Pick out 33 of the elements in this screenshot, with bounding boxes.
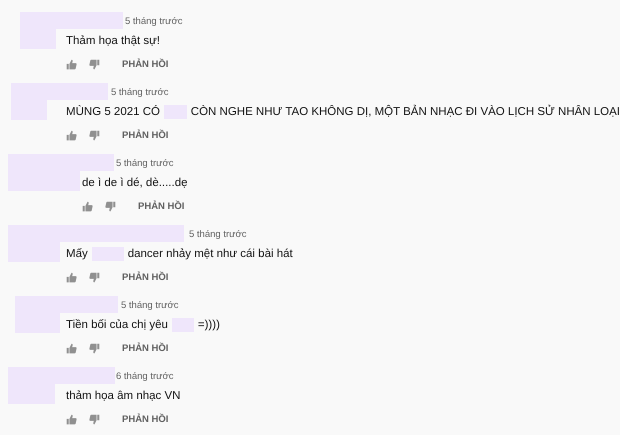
reply-button[interactable]: PHẢN HỒI (122, 414, 168, 424)
comment-time: 5 tháng trước (111, 87, 168, 98)
comment-text: CÒN NGHE NHƯ TAO KHÔNG DỊ, MỘT BẢN NHẠC ĐI VÀO LỊCH SỬ NHÂN LOẠI (190, 106, 620, 118)
reply-button[interactable]: PHẢN HỒI (122, 342, 168, 354)
comment-time: 5 tháng trước (189, 229, 246, 240)
thumbs-up-icon[interactable] (66, 58, 77, 70)
thumbs-down-icon[interactable] (105, 200, 116, 212)
thumbs-up-icon[interactable] (66, 130, 77, 140)
comment-text: =)))) (198, 319, 220, 331)
comment-time: 6 tháng trước (116, 371, 174, 382)
comment-text: de ì de ì dé, dè.....dẹ (82, 177, 188, 189)
thumbs-up-icon[interactable] (82, 200, 93, 212)
thumbs-up-icon[interactable] (66, 414, 77, 424)
comment-text: Thảm họa thật sự! (66, 35, 160, 47)
thumbs-down-icon[interactable] (89, 272, 100, 282)
comment-text: Tiền bối của chị yêu (66, 319, 168, 331)
comment-time: 5 tháng trước (125, 16, 182, 27)
thumbs-down-icon[interactable] (89, 130, 100, 140)
thumbs-up-icon[interactable] (66, 272, 77, 282)
comment-text: thảm họa âm nhạc VN (66, 390, 180, 402)
reply-button[interactable]: PHẢN HỒI (138, 200, 184, 212)
comment-time: 5 tháng trước (121, 300, 178, 311)
comment-text: Mấy (66, 248, 88, 260)
thumbs-up-icon[interactable] (66, 342, 77, 354)
thumbs-down-icon[interactable] (89, 342, 100, 354)
comment-text: dancer nhảy mệt như cái bài hát (128, 248, 293, 260)
reply-button[interactable]: PHẢN HỒI (122, 272, 168, 282)
reply-button[interactable]: PHẢN HỒI (122, 58, 168, 70)
thumbs-down-icon[interactable] (89, 58, 100, 70)
reply-button[interactable]: PHẢN HỒI (122, 130, 168, 140)
thumbs-down-icon[interactable] (89, 414, 100, 424)
comment-text: MÙNG 5 2021 CÓ (66, 106, 160, 118)
comment-time: 5 tháng trước (116, 158, 174, 169)
